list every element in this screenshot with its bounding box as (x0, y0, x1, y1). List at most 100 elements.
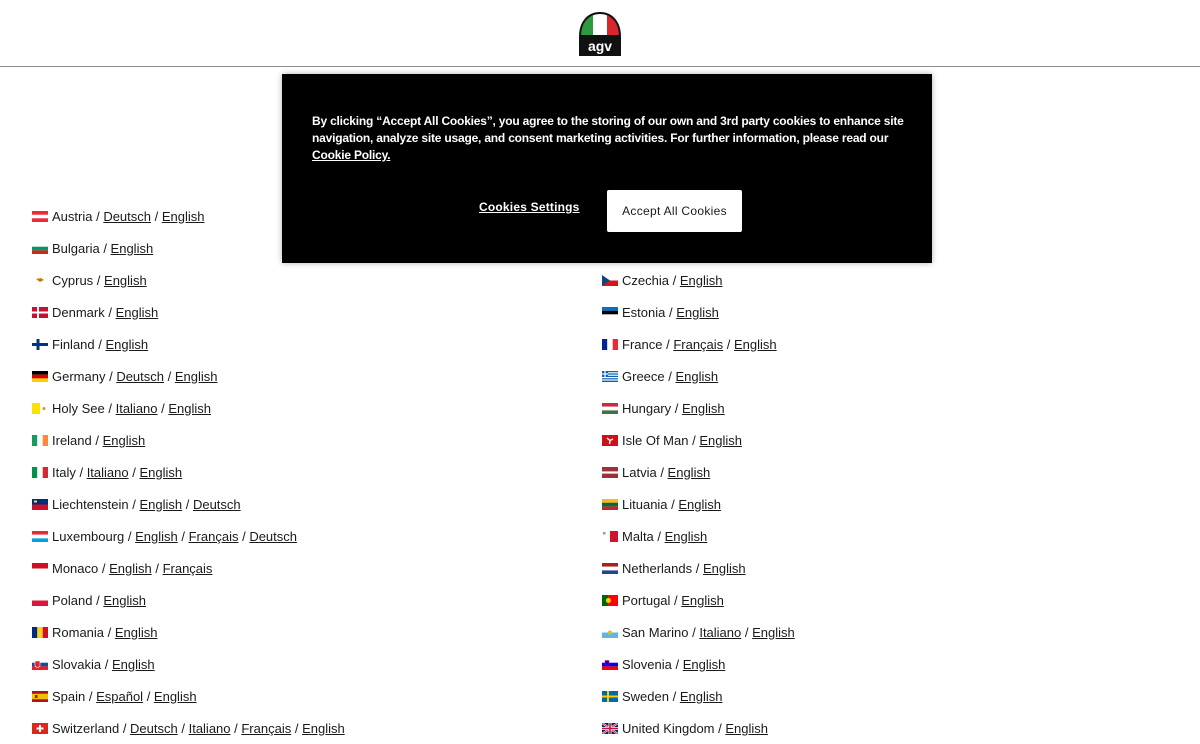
language-link-english[interactable]: English (725, 721, 768, 736)
country-row-hungary: Hungary / English (602, 392, 795, 424)
language-link-english[interactable]: English (109, 561, 152, 576)
country-row-latvia: Latvia / English (602, 456, 795, 488)
language-link-italiano[interactable]: Italiano (87, 465, 129, 480)
country-row-lituania: Lituania / English (602, 488, 795, 520)
language-link-english[interactable]: English (139, 465, 182, 480)
language-link-english[interactable]: English (668, 465, 711, 480)
language-link-english[interactable]: English (154, 689, 197, 704)
separator: / (664, 368, 676, 384)
country-row-germany: Germany / Deutsch / English (32, 360, 345, 392)
language-link-english[interactable]: English (103, 433, 146, 448)
flag-cz-icon (602, 274, 618, 286)
separator: / (119, 720, 131, 736)
separator: / (182, 496, 193, 512)
language-link-english[interactable]: English (681, 593, 724, 608)
flag-im-icon (602, 434, 618, 446)
country-name: Hungary (622, 400, 672, 416)
language-link-english[interactable]: English (175, 369, 218, 384)
country-row-portugal: Portugal / English (602, 584, 795, 616)
language-link-fran-ais[interactable]: Français (189, 529, 239, 544)
flag-ie-icon (32, 434, 48, 446)
language-link-english[interactable]: English (115, 625, 158, 640)
language-link-english[interactable]: English (699, 433, 742, 448)
country-name: Lituania (622, 496, 668, 512)
language-link-fran-ais[interactable]: Français (163, 561, 213, 576)
agv-logo[interactable]: agv (577, 11, 623, 57)
language-link-deutsch[interactable]: Deutsch (103, 209, 151, 224)
country-row-poland: Poland / English (32, 584, 345, 616)
separator: / (692, 560, 703, 576)
accept-all-cookies-button[interactable]: Accept All Cookies (607, 190, 742, 232)
language-link-italiano[interactable]: Italiano (699, 625, 741, 640)
language-link-italiano[interactable]: Italiano (116, 401, 158, 416)
country-name: Latvia (622, 464, 657, 480)
language-link-english[interactable]: English (734, 337, 777, 352)
language-link-english[interactable]: English (680, 689, 723, 704)
language-link-english[interactable]: English (105, 337, 148, 352)
separator: / (665, 304, 677, 320)
flag-mc-icon (32, 562, 48, 574)
flag-ch-icon (32, 722, 48, 734)
country-row-luxembourg: Luxembourg / English / Français / Deutsc… (32, 520, 345, 552)
separator: / (662, 336, 674, 352)
separator: / (85, 688, 97, 704)
country-name: Poland (52, 592, 93, 608)
country-name: Italy (52, 464, 76, 480)
site-header: agv (0, 0, 1200, 67)
country-row-romania: Romania / English (32, 616, 345, 648)
language-link-english[interactable]: English (665, 529, 708, 544)
language-link-english[interactable]: English (676, 305, 719, 320)
language-link-english[interactable]: English (678, 497, 721, 512)
language-link-english[interactable]: English (135, 529, 178, 544)
flag-gr-icon (602, 370, 618, 382)
language-link-deutsch[interactable]: Deutsch (130, 721, 178, 736)
language-link-english[interactable]: English (680, 273, 723, 288)
language-link-deutsch[interactable]: Deutsch (249, 529, 297, 544)
flag-at-icon (32, 210, 48, 222)
language-link-english[interactable]: English (112, 657, 155, 672)
language-link-english[interactable]: English (111, 241, 154, 256)
language-link-fran-ais[interactable]: Français (673, 337, 723, 352)
flag-pt-icon (602, 594, 618, 606)
language-link-fran-ais[interactable]: Français (241, 721, 291, 736)
cookies-settings-button[interactable]: Cookies Settings (479, 200, 580, 214)
country-name: Estonia (622, 304, 666, 320)
language-link-espa-ol[interactable]: Español (96, 689, 143, 704)
flag-cy-icon (32, 274, 48, 286)
country-name: France (622, 336, 663, 352)
language-link-english[interactable]: English (302, 721, 345, 736)
flag-li-icon (32, 498, 48, 510)
language-link-english[interactable]: English (752, 625, 795, 640)
flag-es-icon (32, 690, 48, 702)
country-row-finland: Finland / English (32, 328, 345, 360)
separator: / (668, 688, 680, 704)
language-link-english[interactable]: English (116, 305, 159, 320)
separator: / (104, 400, 116, 416)
separator: / (714, 720, 726, 736)
country-name: Greece (622, 368, 665, 384)
flag-pl-icon (32, 594, 48, 606)
language-link-english[interactable]: English (675, 369, 718, 384)
language-link-italiano[interactable]: Italiano (189, 721, 231, 736)
cookie-policy-link[interactable]: Cookie Policy. (312, 148, 391, 162)
language-link-english[interactable]: English (703, 561, 746, 576)
language-link-deutsch[interactable]: Deutsch (193, 497, 241, 512)
country-name: Bulgaria (52, 240, 100, 256)
language-link-deutsch[interactable]: Deutsch (116, 369, 164, 384)
country-row-italy: Italy / Italiano / English (32, 456, 345, 488)
flag-sm-icon (602, 626, 618, 638)
logo-text: agv (588, 38, 612, 54)
language-link-english[interactable]: English (162, 209, 205, 224)
language-link-english[interactable]: English (683, 657, 726, 672)
language-link-english[interactable]: English (682, 401, 725, 416)
language-link-english[interactable]: English (168, 401, 211, 416)
language-link-english[interactable]: English (104, 273, 147, 288)
language-link-english[interactable]: English (139, 497, 182, 512)
separator: / (164, 368, 175, 384)
separator: / (670, 592, 682, 608)
country-row-estonia: Estonia / English (602, 296, 795, 328)
language-link-english[interactable]: English (103, 593, 146, 608)
country-name: San Marino (622, 624, 689, 640)
country-row-switzerland: Switzerland / Deutsch / Italiano / Franç… (32, 712, 345, 744)
country-name: Germany (52, 368, 106, 384)
